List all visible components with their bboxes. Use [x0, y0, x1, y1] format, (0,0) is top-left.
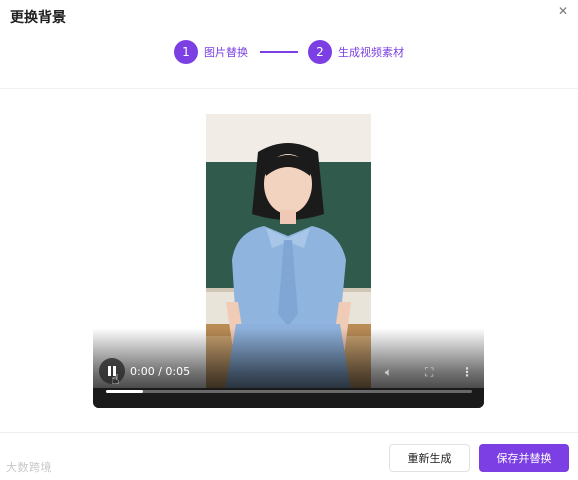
- dialog-title: 更换背景: [10, 10, 66, 26]
- step-1-label: 图片替换: [204, 46, 248, 59]
- time-display: 0:00 / 0:05: [130, 365, 191, 378]
- regenerate-button[interactable]: 重新生成: [389, 444, 470, 472]
- footer-divider: [0, 432, 578, 433]
- fullscreen-icon[interactable]: ⛶: [425, 365, 433, 380]
- step-1-number: 1: [174, 40, 198, 64]
- pointer-cursor-icon: ☝: [111, 372, 120, 388]
- step-2-number: 2: [308, 40, 332, 64]
- step-2-label: 生成视频素材: [338, 46, 404, 59]
- seek-progress: [106, 390, 143, 393]
- seek-bar[interactable]: [106, 390, 472, 393]
- save-and-replace-button[interactable]: 保存并替换: [479, 444, 569, 472]
- step-2: 2 生成视频素材: [308, 40, 404, 64]
- step-indicator: 1 图片替换 2 生成视频素材: [0, 36, 578, 70]
- close-icon[interactable]: ✕: [558, 4, 568, 18]
- change-background-dialog: 更换背景 ✕ 1 图片替换 2 生成视频素材 0:00 / 0:05 🔈︎ ⛶ …: [0, 0, 578, 480]
- more-icon[interactable]: ⋮: [461, 365, 473, 379]
- header-divider: [0, 88, 578, 89]
- step-connector: [260, 51, 298, 53]
- step-1: 1 图片替换: [174, 40, 248, 64]
- volume-icon[interactable]: 🔈︎: [385, 365, 392, 380]
- video-player[interactable]: 0:00 / 0:05 🔈︎ ⛶ ⋮ ☝: [93, 114, 484, 408]
- watermark: 大数跨境: [6, 461, 52, 474]
